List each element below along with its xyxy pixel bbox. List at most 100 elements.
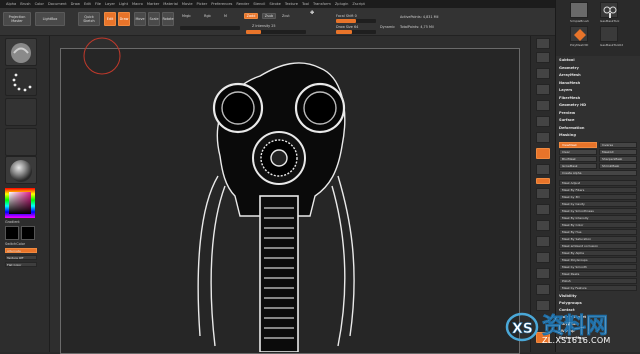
local-button[interactable] [536,164,550,175]
section-geometry-hd[interactable]: Geometry HD [559,103,586,107]
edit-button[interactable]: Edit [104,12,116,26]
sharpenmask-button[interactable]: SharpenMask [599,155,637,162]
frame-button[interactable] [536,188,550,199]
flat-color-button[interactable]: Flat Color [5,262,37,267]
zsub-button[interactable]: Zsub [262,13,276,19]
mask-polygroups-button[interactable]: Mask PolyGroups [559,256,637,263]
section-subtool[interactable]: Subtool [559,58,575,62]
menu-zscript[interactable]: Zscript [352,2,364,6]
mask-by-cavity-button[interactable]: Mask by Cavity [559,200,637,207]
section-arraymesh[interactable]: ArrayMesh [559,73,581,77]
mask-adjust-button[interactable]: Mask Adjust [559,179,637,186]
scroll-button[interactable] [536,68,550,79]
simple-brush-tile[interactable] [570,2,588,18]
rgb-toggle[interactable]: Rgb [204,14,211,18]
xyz-button[interactable] [536,178,550,184]
alpha-thumbnail[interactable] [5,98,37,126]
quick-sketch-button[interactable]: Quick Sketch [78,12,100,26]
switch-color-label[interactable]: SwitchColor [5,242,25,246]
rgb-intensity-slider[interactable] [180,26,240,30]
section-preview[interactable]: Preview [559,111,575,115]
menu-render[interactable]: Render [236,2,249,6]
menu-picker[interactable]: Picker [197,2,208,6]
texture-thumbnail[interactable] [5,128,37,156]
section-visibility[interactable]: Visibility [559,294,577,298]
move-button[interactable]: Move [134,12,146,26]
mask-by-feature-button[interactable]: Mask by Feature [559,284,637,291]
scale-button[interactable]: Scale [148,12,160,26]
color-picker[interactable] [5,188,35,218]
menu-material[interactable]: Material [163,2,178,6]
floor-button[interactable] [536,148,550,159]
aahalf-button[interactable] [536,116,550,127]
mask-by-intensity-button[interactable]: Mask By Intensity [559,214,637,221]
projection-master-button[interactable]: Projection Master [3,12,31,26]
alternate-button[interactable]: Alternate [5,248,37,253]
brush-thumbnail[interactable] [5,38,37,66]
z-intensity-slider[interactable] [246,30,306,34]
persp-button[interactable] [536,132,550,143]
lightbox-button[interactable]: LightBox [35,12,65,26]
viewmask-button[interactable]: ViewMask [559,141,597,148]
draw-size-slider[interactable] [336,30,376,34]
secondary-color-swatch[interactable] [21,226,35,240]
rotate-button[interactable]: Rotate [162,12,174,26]
main-color-swatch[interactable] [5,226,19,240]
mask-by-hue-button[interactable]: Mask By Hue [559,228,637,235]
menu-texture[interactable]: Texture [285,2,298,6]
ghost-button[interactable] [536,284,550,295]
move-view-button[interactable] [536,204,550,215]
section-deformation[interactable]: Deformation [559,126,584,130]
menu-tool[interactable]: Tool [302,2,309,6]
m-toggle[interactable]: M [224,14,227,18]
growmask-button[interactable]: GrowMask [559,162,597,169]
scale-view-button[interactable] [536,220,550,231]
focal-shift-slider[interactable] [336,19,376,23]
section-surface[interactable]: Surface [559,118,574,122]
menu-alpha[interactable]: Alpha [6,2,16,6]
menu-brush[interactable]: Brush [20,2,30,6]
section-geometry[interactable]: Geometry [559,66,579,70]
menu-draw[interactable]: Draw [71,2,80,6]
section-layers[interactable]: Layers [559,88,572,92]
menu-macro[interactable]: Macro [132,2,143,6]
mask-by-smoothness-button[interactable]: Mask by Smoothness [559,207,637,214]
mask-by-color-button[interactable]: Mask By Color [559,221,637,228]
menu-transform[interactable]: Transform [313,2,331,6]
polymesh-tile[interactable] [570,26,588,42]
gas-mask-model[interactable] [50,36,530,352]
polyf-button[interactable] [536,252,550,263]
zadd-button[interactable]: Zadd [244,13,258,19]
rotate-view-button[interactable] [536,236,550,247]
zcut-toggle[interactable]: Zcut [282,14,290,18]
mask-ambient-occlusion-button[interactable]: Mask ambient occlusion [559,242,637,249]
section-fibermesh[interactable]: FiberMesh [559,96,580,100]
section-polygroups[interactable]: Polygroups [559,301,582,305]
menu-layer[interactable]: Layer [105,2,115,6]
menu-stroke[interactable]: Stroke [269,2,280,6]
clear-button[interactable]: Clear [559,148,597,155]
actual-button[interactable] [536,100,550,111]
blurmask-button[interactable]: BlurMask [559,155,597,162]
document-canvas[interactable] [50,36,530,354]
stroke-thumbnail[interactable] [5,68,37,96]
transp-button[interactable] [536,268,550,279]
texture-off-button[interactable]: Texture Off [5,255,37,260]
mask-by-saturation-button[interactable]: Mask By Saturation [559,235,637,242]
menu-edit[interactable]: Edit [84,2,91,6]
polish-button[interactable]: Polish [559,277,637,284]
gasmask-tool-tile[interactable] [600,2,618,18]
menu-light[interactable]: Light [119,2,128,6]
inverse-button[interactable]: Inverse [599,141,637,148]
gasmask-tool-02-tile[interactable] [600,26,618,42]
mask-by-fibers-button[interactable]: Mask By Fibers [559,186,637,193]
draw-button[interactable]: Draw [118,12,130,26]
shrinkmask-button[interactable]: ShrinkMask [599,162,637,169]
section-nanomesh[interactable]: NanoMesh [559,81,580,85]
dynamic-toggle[interactable]: Dynamic [380,25,395,29]
menu-marker[interactable]: Marker [147,2,159,6]
mask-by-alpha-button[interactable]: Mask By Alpha [559,249,637,256]
maskall-button[interactable]: MaskAll [599,148,637,155]
create-alpha-button[interactable]: Create Alpha [559,169,637,176]
menu-movie[interactable]: Movie [182,2,193,6]
